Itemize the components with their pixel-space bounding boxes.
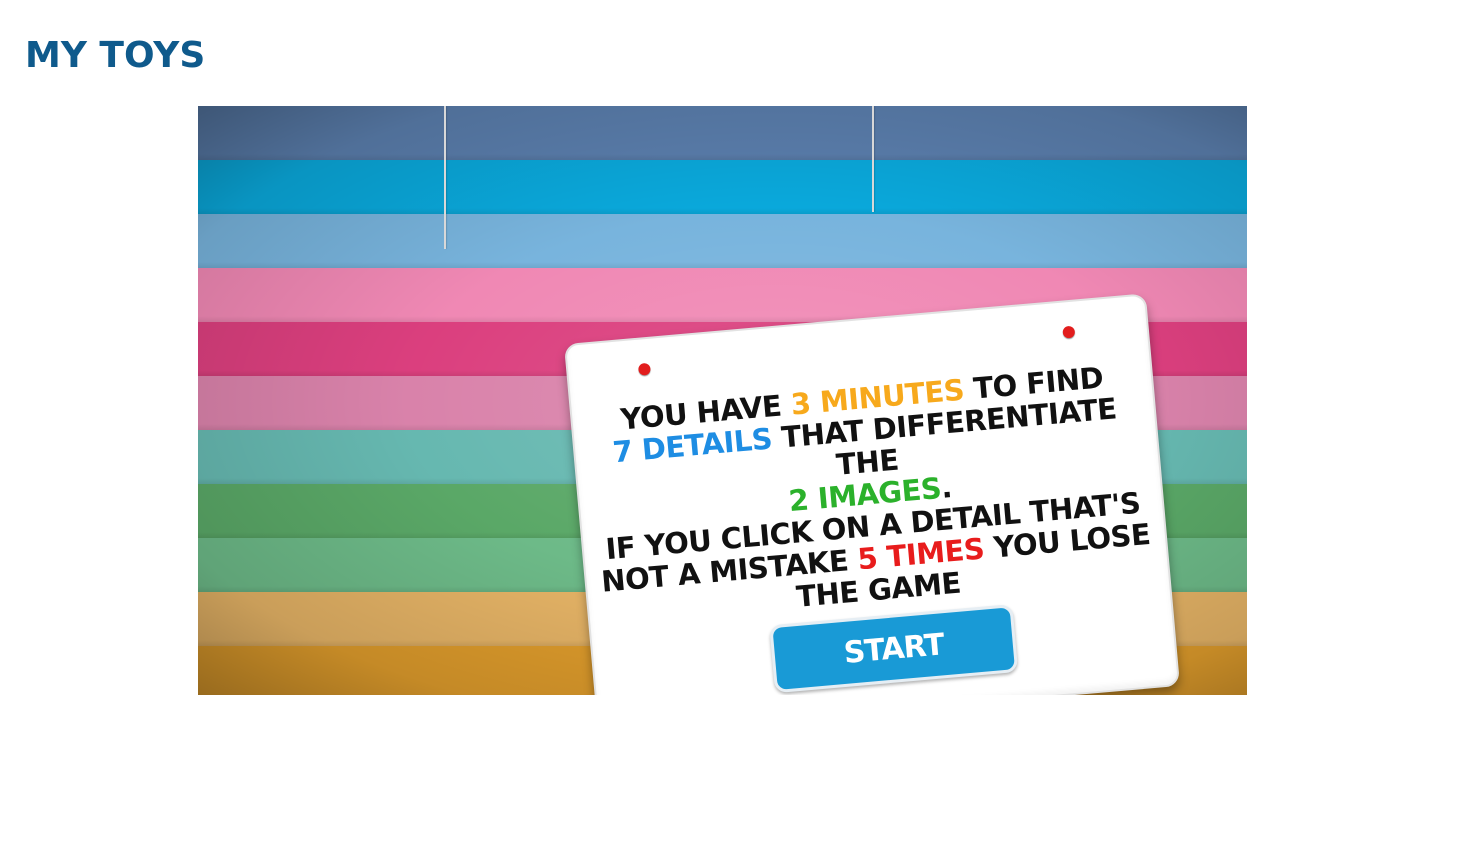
background-stripe xyxy=(198,160,1247,214)
hanging-string-left xyxy=(444,106,446,249)
page: MY TOYS YOU HAVE 3 MINUTES TO FIND 7 DET… xyxy=(0,0,1460,850)
background-stripe xyxy=(198,106,1247,160)
background-stripe xyxy=(198,214,1247,268)
instruction-sign: YOU HAVE 3 MINUTES TO FIND 7 DETAILS THA… xyxy=(563,293,1181,695)
hanging-string-right xyxy=(872,106,874,212)
instructions-text: YOU HAVE 3 MINUTES TO FIND 7 DETAILS THA… xyxy=(581,358,1158,630)
instructions-line3-suffix: . xyxy=(939,470,954,505)
game-canvas[interactable]: YOU HAVE 3 MINUTES TO FIND 7 DETAILS THA… xyxy=(198,106,1247,695)
start-button[interactable]: START xyxy=(769,604,1019,694)
page-title: MY TOYS xyxy=(25,35,206,76)
pin-left-icon xyxy=(637,362,651,376)
pin-right-icon xyxy=(1062,325,1076,339)
